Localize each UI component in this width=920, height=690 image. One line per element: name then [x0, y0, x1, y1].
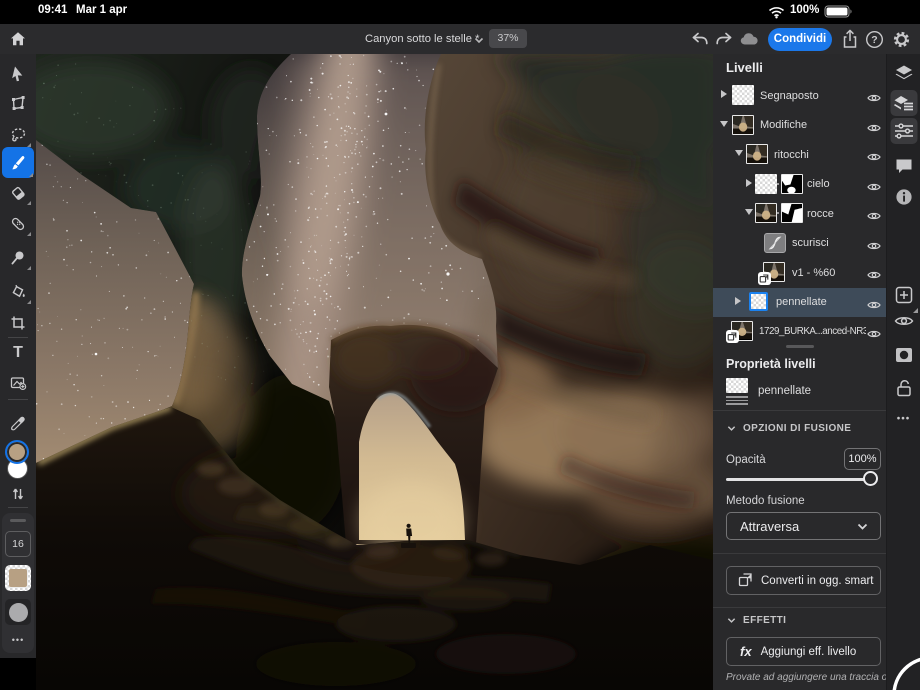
svg-text:?: ?: [871, 34, 877, 46]
